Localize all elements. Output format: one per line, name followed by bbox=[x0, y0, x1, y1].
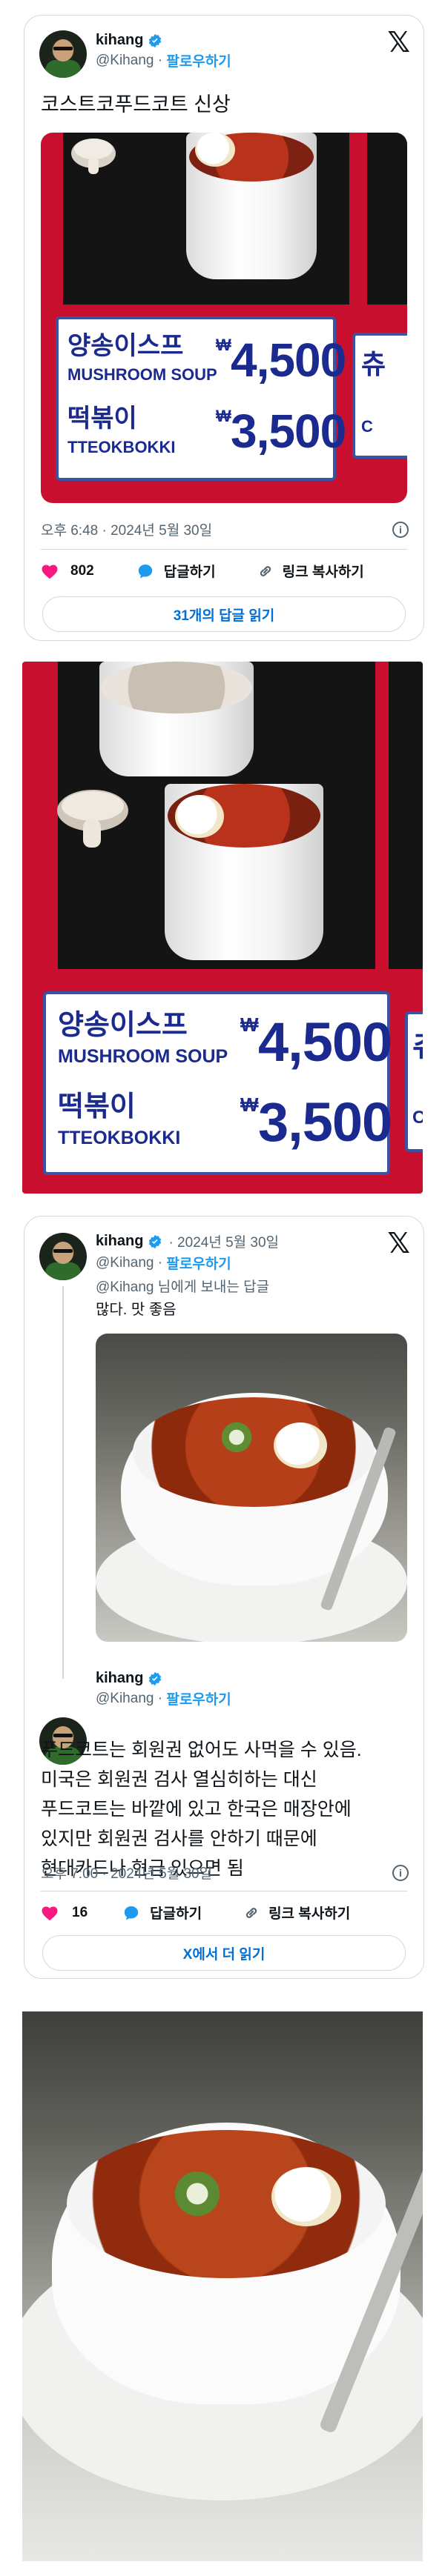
heart-icon bbox=[42, 1906, 58, 1920]
reply-button[interactable]: 답글하기 bbox=[137, 561, 216, 581]
follow-button[interactable]: 팔로우하기 bbox=[166, 50, 231, 70]
verified-badge-icon bbox=[149, 33, 162, 47]
handle[interactable]: @Kihang bbox=[96, 1691, 154, 1707]
display-name[interactable]: kihang bbox=[96, 1670, 143, 1687]
x-logo-icon[interactable]: 𝕏 bbox=[387, 26, 410, 59]
heart-icon bbox=[42, 565, 58, 579]
read-replies-button[interactable]: 31개의 답글 읽기 bbox=[42, 596, 406, 632]
like-count: 802 bbox=[70, 562, 94, 579]
menu-board-photo: 양송이스프 MUSHROOM SOUP ₩ 4,500 떡볶이 TTEOKBOK… bbox=[22, 662, 423, 1194]
reply-button[interactable]: 답글하기 bbox=[123, 1903, 202, 1923]
avatar[interactable] bbox=[39, 1233, 87, 1280]
price-sign: 양송이스프 MUSHROOM SOUP ₩ 4,500 떡볶이 TTEOKBOK… bbox=[43, 991, 392, 1175]
display-name[interactable]: kihang bbox=[96, 32, 143, 49]
like-count: 16 bbox=[72, 1904, 88, 1920]
copy-link-button[interactable]: 링크 복사하기 bbox=[243, 1903, 350, 1923]
avatar[interactable] bbox=[39, 30, 87, 78]
mushroom-image bbox=[52, 784, 134, 851]
like-button[interactable]: 16 bbox=[41, 1905, 88, 1921]
link-icon bbox=[260, 565, 271, 576]
reply-bubble-icon bbox=[138, 564, 152, 578]
timestamp[interactable]: 오후 7:00 · 2024년 5월 30일 bbox=[41, 1863, 212, 1883]
tteokbokki-photo bbox=[96, 1334, 407, 1642]
x-logo-icon[interactable]: 𝕏 bbox=[387, 1227, 410, 1259]
verified-badge-icon bbox=[149, 1671, 162, 1685]
price-sign-partial: 츄 C bbox=[405, 1011, 423, 1152]
reply-context: @Kihang 님에게 보내는 답글 bbox=[96, 1279, 270, 1295]
menu-board-image: 양송이스프 MUSHROOM SOUP ₩ 4,500 떡볶이 TTEOKBOK… bbox=[41, 133, 407, 503]
mushroom-image bbox=[67, 133, 119, 177]
price-sign: 양송이스프 MUSHROOM SOUP ₩ 4,500 떡볶이 TTEOKBOK… bbox=[56, 316, 346, 481]
copy-link-button[interactable]: 링크 복사하기 bbox=[257, 561, 364, 581]
tweet-text: 많다. 맛 좋음 bbox=[96, 1302, 177, 1318]
handle[interactable]: @Kihang bbox=[96, 1255, 154, 1271]
follow-button[interactable]: 팔로우하기 bbox=[166, 1688, 231, 1708]
read-more-button[interactable]: X에서 더 읽기 bbox=[42, 1935, 406, 1971]
link-icon bbox=[245, 1907, 257, 1918]
reply-bubble-icon bbox=[124, 1906, 139, 1920]
tteokbokki-photo-large bbox=[22, 2011, 423, 2561]
tweet-card-1: kihang @Kihang · 팔로우하기 𝕏 코스트코푸드코트 신상 양송이… bbox=[24, 15, 424, 641]
like-button[interactable]: 802 bbox=[41, 563, 94, 579]
timestamp[interactable]: 오후 6:48 · 2024년 5월 30일 bbox=[41, 519, 212, 539]
info-icon[interactable]: i bbox=[392, 1864, 409, 1881]
tweet-card-2: kihang · 2024년 5월 30일 @Kihang · 팔로우하기 @K… bbox=[24, 1216, 424, 1979]
price-sign-partial: 츄 C bbox=[352, 333, 407, 459]
follow-button[interactable]: 팔로우하기 bbox=[166, 1253, 231, 1273]
thread-line bbox=[62, 1286, 64, 1679]
verified-badge-icon bbox=[149, 1234, 162, 1248]
tweet-text: 코스트코푸드코트 신상 bbox=[41, 93, 231, 116]
handle[interactable]: @Kihang bbox=[96, 53, 154, 69]
tweet-text: 푸드코트는 회원권 없어도 사먹을 수 있음. 미국은 회원권 검사 열심히하는… bbox=[41, 1740, 362, 1879]
display-name[interactable]: kihang bbox=[96, 1233, 143, 1250]
tweet-date[interactable]: · 2024년 5월 30일 bbox=[168, 1231, 279, 1251]
info-icon[interactable]: i bbox=[392, 521, 409, 538]
